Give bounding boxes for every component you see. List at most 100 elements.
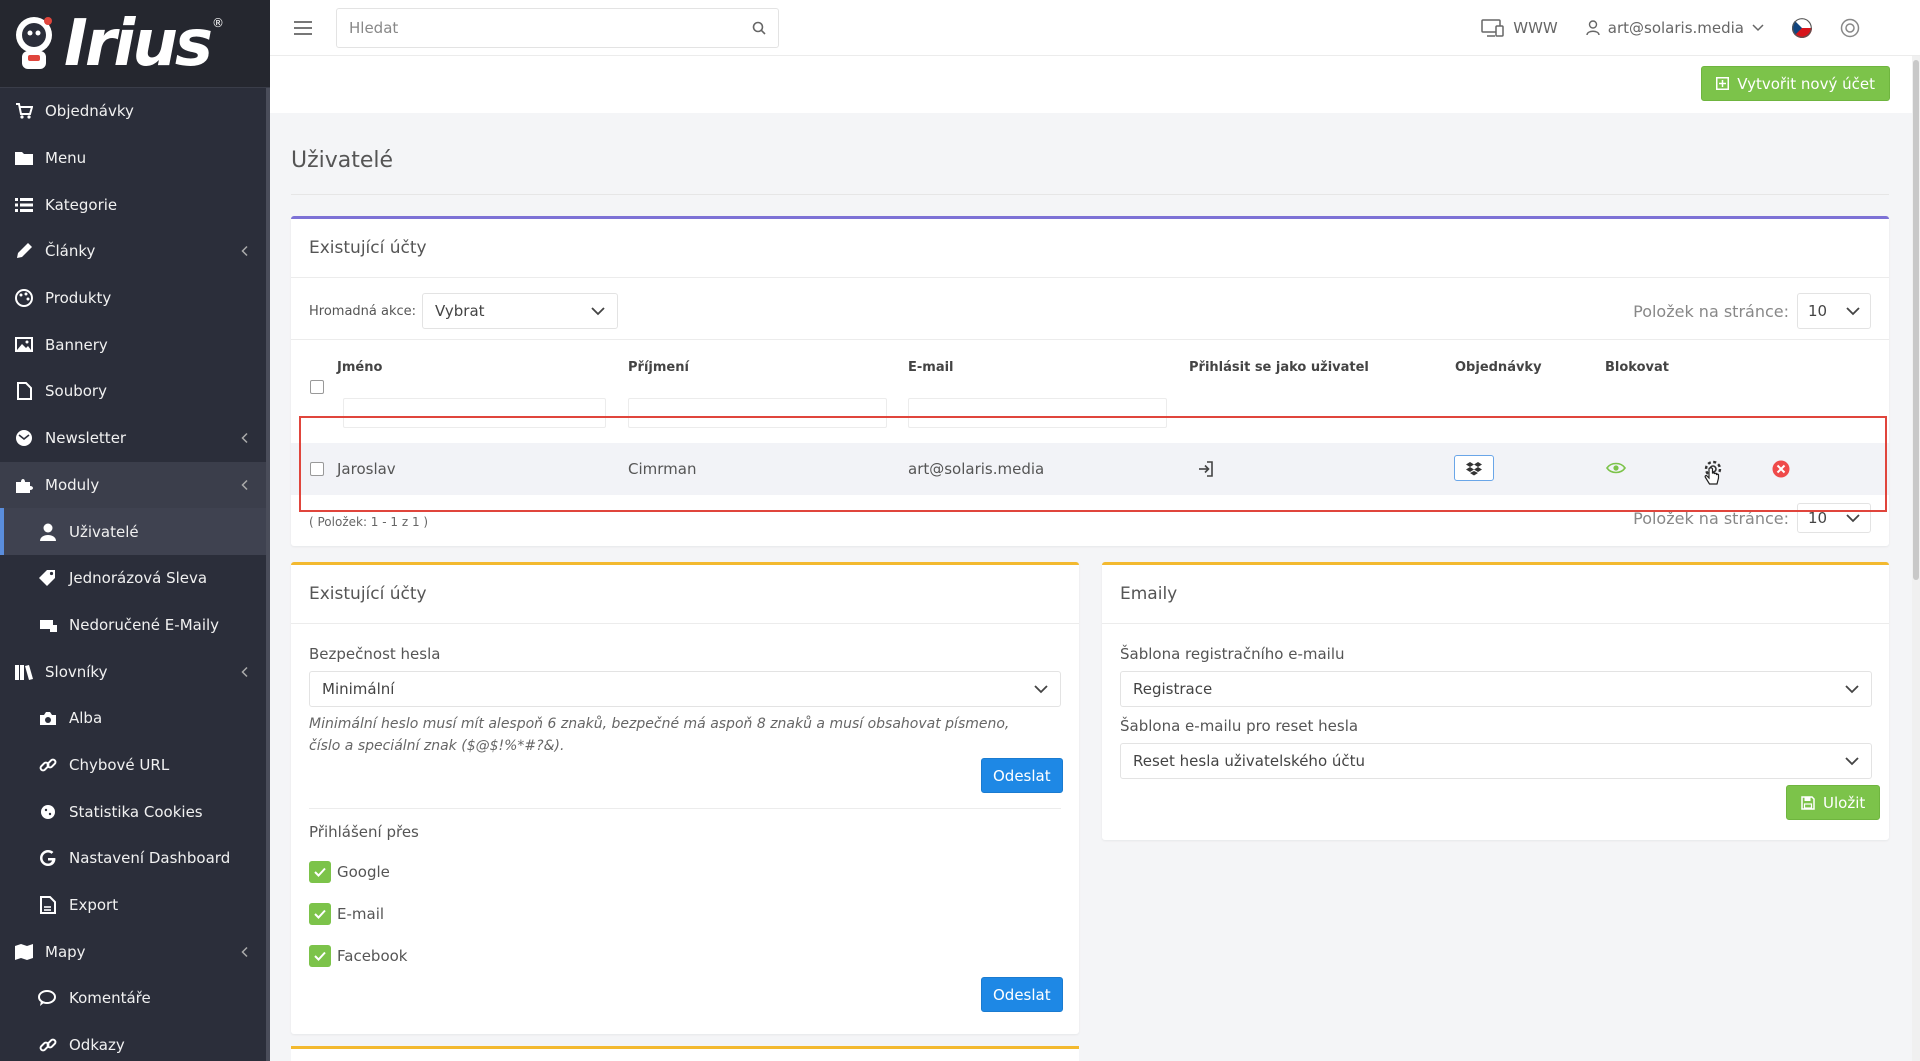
search-box (336, 7, 779, 48)
bulk-action-select[interactable]: Vybrat (422, 293, 619, 329)
password-strength-select[interactable]: Minimální (309, 671, 1061, 707)
sidebar-item-10[interactable]: Jednorázová Sleva (0, 555, 270, 602)
select-all-checkbox[interactable] (310, 380, 324, 394)
sidebar-item-label: Uživatelé (69, 522, 139, 541)
sidebar-item-label: Objednávky (45, 102, 134, 121)
sidebar-item-label: Export (69, 896, 119, 915)
sidebar-item-label: Nastavení Dashboard (69, 849, 231, 868)
export-icon (38, 895, 58, 915)
sidebar-item-label: Odkazy (69, 1036, 125, 1055)
plus-square-icon (1716, 77, 1730, 90)
sidebar-item-14[interactable]: Chybové URL (0, 742, 270, 789)
sidebar-item-4[interactable]: Produkty (0, 275, 270, 322)
password-note: Minimální heslo musí mít alespoň 6 znaků… (309, 716, 1010, 754)
cart-icon (14, 101, 34, 121)
sidebar-item-0[interactable]: Objednávky (0, 88, 270, 135)
checkbox-checked-icon[interactable] (309, 945, 331, 967)
sidebar-item-9[interactable]: Uživatelé (0, 508, 270, 555)
astronaut-mascot-icon (8, 13, 60, 75)
registration-template-value: Registrace (1133, 680, 1213, 698)
settings-circle-icon[interactable] (1840, 18, 1860, 38)
sidebar-item-18[interactable]: Mapy (0, 928, 270, 975)
sidebar-item-label: Slovníky (45, 662, 108, 681)
sidebar-item-2[interactable]: Kategorie (0, 181, 270, 228)
chevron-down-icon (1845, 684, 1859, 694)
sidebar-item-label: Moduly (45, 475, 100, 494)
czech-flag-icon[interactable] (1792, 17, 1812, 38)
provider-google[interactable]: Google (309, 861, 390, 883)
checkbox-checked-icon[interactable] (309, 903, 331, 925)
logo-registered-mark: ® (211, 16, 224, 30)
sidebar-item-17[interactable]: Export (0, 882, 270, 929)
submit-password-button[interactable]: Odeslat (981, 758, 1063, 793)
sidebar-item-1[interactable]: Menu (0, 135, 270, 182)
hamburger-menu-icon[interactable] (294, 20, 318, 35)
search-icon[interactable] (752, 21, 766, 35)
per-page-label: Položek na stránce: (1633, 301, 1789, 321)
sidebar-item-11[interactable]: Nedoručené E-Maily (0, 602, 270, 649)
sidebar-item-label: Alba (69, 709, 103, 728)
login-via-label: Přihlášení přes (309, 823, 419, 841)
sidebar-item-8[interactable]: Moduly (0, 461, 270, 509)
sidebar-item-label: Mapy (45, 942, 86, 961)
sidebar-item-12[interactable]: Slovníky (0, 648, 270, 695)
user-menu[interactable]: art@solaris.media (1586, 19, 1764, 37)
save-emails-button[interactable]: Uložit (1786, 785, 1881, 820)
www-label: WWW (1513, 18, 1558, 37)
chevron-left-icon (241, 433, 248, 444)
provider-email[interactable]: E-mail (309, 903, 384, 925)
sidebar-item-label: Nedoručené E-Maily (69, 615, 220, 634)
sidebar-item-19[interactable]: Komentáře (0, 975, 270, 1022)
provider-label: Google (337, 863, 390, 881)
checkbox-checked-icon[interactable] (309, 861, 331, 883)
pencil-icon (14, 241, 34, 261)
comments-icon (38, 988, 58, 1008)
sidebar-item-20[interactable]: Odkazy (0, 1022, 270, 1061)
sidebar-item-label: Bannery (45, 335, 108, 354)
column-first-name[interactable]: Jméno (337, 360, 382, 375)
link-icon (38, 1035, 58, 1055)
sidebar-scrollbar[interactable] (266, 88, 270, 1061)
chevron-down-icon (1034, 684, 1048, 694)
registration-template-select[interactable]: Registrace (1120, 671, 1872, 707)
sidebar-item-15[interactable]: Statistika Cookies (0, 788, 270, 835)
sidebar: Irius ® Objednávky Menu Kategorie Články Pro… (0, 0, 270, 1061)
password-strength-label: Bezpečnost hesla (309, 645, 441, 663)
sidebar-item-13[interactable]: Alba (0, 695, 270, 742)
submit-login-providers-button[interactable]: Odeslat (981, 977, 1063, 1012)
sidebar-item-6[interactable]: Soubory (0, 368, 270, 415)
column-last-name[interactable]: Příjmení (628, 360, 689, 375)
file-icon (14, 381, 34, 401)
scrollbar-thumb[interactable] (1913, 60, 1919, 580)
sidebar-item-16[interactable]: Nastavení Dashboard (0, 835, 270, 882)
logo[interactable]: Irius ® (0, 0, 270, 88)
chevron-down-icon (1845, 756, 1859, 766)
monitor-icon (1481, 18, 1505, 37)
create-account-button[interactable]: Vytvořit nový účet (1701, 66, 1890, 101)
bulk-action-label: Hromadná akce: (309, 303, 417, 319)
reset-template-select[interactable]: Reset hesla uživatelského účtu (1120, 743, 1872, 779)
books-icon (14, 662, 34, 682)
save-floppy-icon (1801, 795, 1815, 810)
card-title: Emaily (1102, 565, 1889, 624)
www-link[interactable]: WWW (1481, 19, 1558, 37)
sidebar-item-7[interactable]: Newsletter (0, 415, 270, 462)
per-page-select[interactable]: 10 (1797, 293, 1871, 329)
column-orders: Objednávky (1455, 360, 1542, 375)
column-email[interactable]: E-mail (908, 360, 954, 375)
logo-text: Irius (64, 6, 213, 81)
search-input[interactable] (349, 18, 752, 37)
map-icon (14, 942, 34, 962)
column-block: Blokovat (1605, 360, 1669, 375)
user-email: art@solaris.media (1607, 18, 1744, 37)
sidebar-item-label: Komentáře (69, 989, 151, 1008)
sidebar-item-label: Chybové URL (69, 755, 170, 774)
provider-facebook[interactable]: Facebook (309, 945, 407, 967)
page-scrollbar[interactable] (1912, 56, 1920, 1061)
image-icon (14, 335, 34, 355)
next-card-edge (291, 1046, 1079, 1061)
bulk-action-value: Vybrat (435, 302, 485, 320)
camera-icon (38, 708, 58, 728)
sidebar-item-5[interactable]: Bannery (0, 321, 270, 368)
sidebar-item-3[interactable]: Články (0, 228, 270, 275)
